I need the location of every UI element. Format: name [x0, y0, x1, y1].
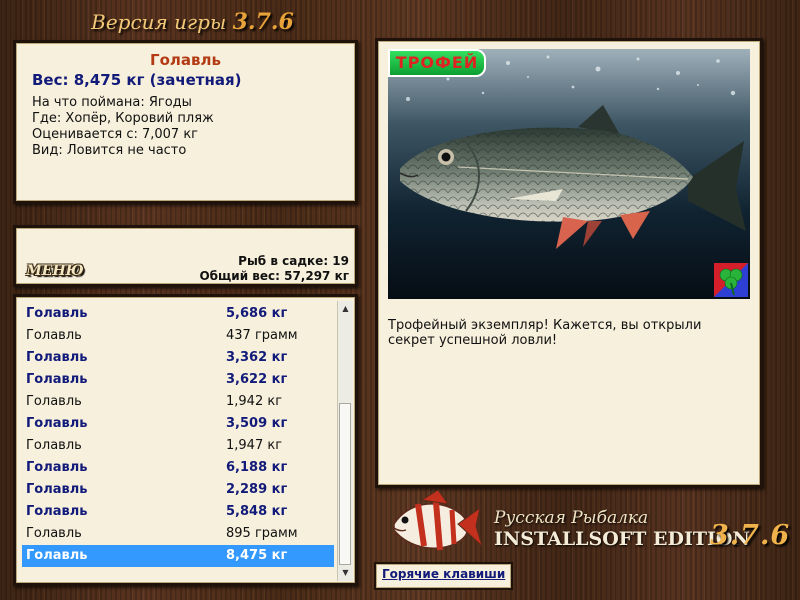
version-number: 3.7.6: [232, 9, 294, 35]
list-item-weight: 3,622 кг: [226, 372, 288, 387]
catch-list-panel: Голавль 5,686 кг Голавль 437 грамм Голавль…: [13, 294, 358, 586]
list-item-name: Голавль: [26, 482, 88, 497]
list-item-weight: 1,947 кг: [226, 438, 283, 453]
list-item[interactable]: Голавль 6,188 кг: [22, 457, 334, 479]
fish-picture-panel: ТРОФЕЙ Трофейный экземпляр! Кажется, вы …: [375, 38, 763, 488]
list-item-weight: 3,362 кг: [226, 350, 288, 365]
scroll-up-icon[interactable]: ▲: [338, 301, 353, 317]
total-weight: Общий вес: 57,297 кг: [199, 269, 349, 283]
scroll-down-icon[interactable]: ▼: [338, 565, 353, 581]
fish-name: Голавль: [150, 51, 221, 69]
list-item-weight: 5,848 кг: [226, 504, 288, 519]
trophy-description: Трофейный экземпляр! Кажется, вы открыли…: [388, 318, 702, 348]
list-item-name: Голавль: [26, 306, 88, 321]
list-item-name: Голавль: [26, 372, 88, 387]
threshold-line: Оценивается с: 7,007 кг: [32, 127, 199, 142]
list-item-name: Голавль: [26, 526, 82, 541]
clover-icon: [714, 263, 748, 297]
list-item-weight: 6,188 кг: [226, 460, 288, 475]
hotkeys-button[interactable]: Горячие клавиши: [374, 562, 514, 590]
list-item-selected[interactable]: Голавль 8,475 кг: [22, 545, 334, 567]
list-item-name: Голавль: [26, 460, 88, 475]
scroll-thumb[interactable]: [339, 403, 351, 565]
brand-title: Русская Рыбалка: [494, 508, 649, 528]
fish-count: Рыб в садке: 19: [238, 254, 349, 268]
list-item-name: Голавль: [26, 504, 88, 519]
list-item-name: Голавль: [26, 350, 88, 365]
brand-fish-icon: [393, 490, 484, 551]
catch-list[interactable]: Голавль 5,686 кг Голавль 437 грамм Голавль…: [22, 303, 334, 567]
list-item[interactable]: Голавль 5,686 кг: [22, 303, 334, 325]
list-item-name: Голавль: [26, 438, 82, 453]
menu-button[interactable]: МЕНЮ: [26, 260, 84, 282]
fish-weight: Вес: 8,475 кг (зачетная): [32, 71, 242, 89]
list-item[interactable]: Голавль 437 грамм: [22, 325, 334, 347]
list-item[interactable]: Голавль 895 грамм: [22, 523, 334, 545]
list-item[interactable]: Голавль 3,622 кг: [22, 369, 334, 391]
trophy-badge: ТРОФЕЙ: [388, 49, 486, 77]
keepnet-stats: Рыб в садке: 19 Общий вес: 57,297 кг: [199, 254, 349, 284]
list-item-weight: 437 грамм: [226, 328, 298, 343]
bait-line: На что поймана: Ягоды: [32, 95, 192, 110]
list-item-weight: 895 грамм: [226, 526, 298, 541]
list-item[interactable]: Голавль 2,289 кг: [22, 479, 334, 501]
list-item[interactable]: Голавль 3,509 кг: [22, 413, 334, 435]
list-item-name: Голавль: [26, 394, 82, 409]
list-item[interactable]: Голавль 5,848 кг: [22, 501, 334, 523]
list-item-weight: 5,686 кг: [226, 306, 288, 321]
list-item-weight: 1,942 кг: [226, 394, 283, 409]
list-item-weight: 8,475 кг: [226, 548, 288, 563]
fish-info-panel: Голавль Вес: 8,475 кг (зачетная) На что …: [13, 40, 358, 204]
version-title: Версия игры 3.7.6: [0, 9, 385, 35]
list-item[interactable]: Голавль 1,947 кг: [22, 435, 334, 457]
fish-photo: ТРОФЕЙ: [388, 49, 750, 299]
list-item-name: Голавль: [26, 416, 88, 431]
brand-version: 3.7.6: [710, 520, 791, 551]
list-item-weight: 2,289 кг: [226, 482, 288, 497]
list-item[interactable]: Голавль 1,942 кг: [22, 391, 334, 413]
fish-details: На что поймана: Ягоды Где: Хопёр, Корови…: [32, 95, 339, 159]
rarity-line: Вид: Ловится не часто: [32, 143, 187, 158]
list-item-name: Голавль: [26, 548, 88, 563]
location-line: Где: Хопёр, Коровий пляж: [32, 111, 214, 126]
list-item[interactable]: Голавль 3,362 кг: [22, 347, 334, 369]
list-item-weight: 3,509 кг: [226, 416, 288, 431]
list-item-name: Голавль: [26, 328, 82, 343]
keepnet-panel: МЕНЮ Рыб в садке: 19 Общий вес: 57,297 к…: [13, 225, 358, 287]
list-scrollbar[interactable]: ▲ ▼: [337, 301, 353, 581]
version-label: Версия игры: [91, 10, 227, 34]
